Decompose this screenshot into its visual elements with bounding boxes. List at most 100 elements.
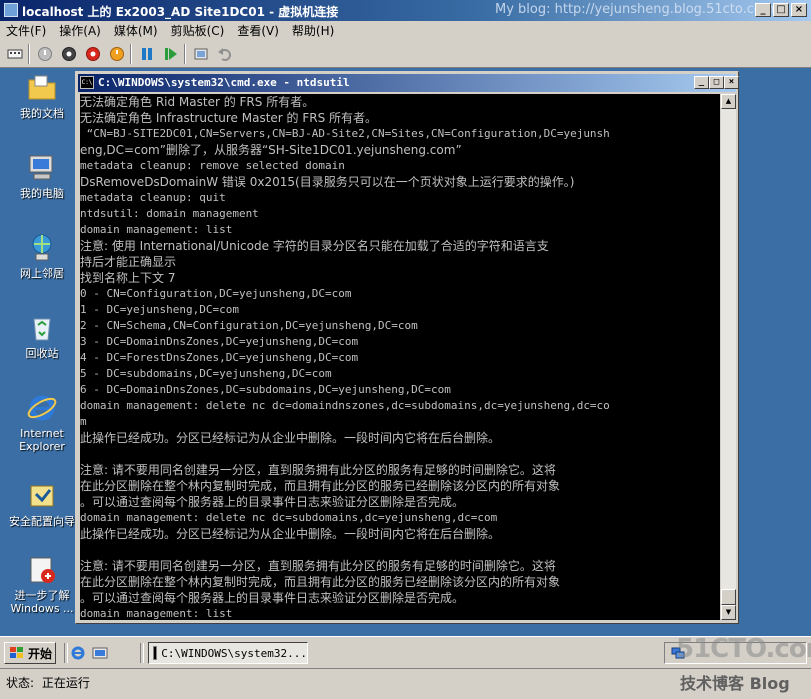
console-line: 此操作已经成功。分区已经标记为从企业中删除。一段时间内它将在后台删除。 [80,431,501,445]
menu-bar: 文件(F) 操作(A) 媒体(M) 剪贴板(C) 查看(V) 帮助(H) [0,21,811,40]
recycle-bin-icon [33,318,51,341]
taskbar-separator [140,643,144,663]
reset-icon[interactable] [162,45,180,63]
console-line: 此操作已经成功。分区已经标记为从企业中删除。一段时间内它将在后台删除。 [80,527,501,541]
console-line: 注意: 请不要用同名创建另一分区，直到服务拥有此分区的服务有足够的时间删除它。这… [80,463,556,477]
console-line: 4 - DC=ForestDnsZones,DC=yejunsheng,DC=c… [80,351,359,364]
quicklaunch-show-desktop-icon[interactable] [92,645,108,664]
console-line: DsRemoveDsDomainW 错误 0x2015(目录服务只可以在一个页状… [80,175,575,189]
window-title: localhost 上的 Ex2003_AD Site1DC01 - 虚拟机连接 [22,5,339,19]
console-line: 2 - CN=Schema,CN=Configuration,DC=yejuns… [80,319,418,332]
cmd-close-button[interactable]: × [724,76,739,89]
console-line: 无法确定角色 Rid Master 的 FRS 所有者。 [80,95,315,109]
toolbar-separator [184,44,186,64]
title-bar: localhost 上的 Ex2003_AD Site1DC01 - 虚拟机连接… [0,0,811,21]
console-line: metadata cleanup: remove selected domain [80,159,345,172]
desktop-icon-network-places[interactable]: 网上邻居 [2,232,82,280]
menu-media[interactable]: 媒体(M) [114,22,158,39]
console-line: 无法确定角色 Infrastructure Master 的 FRS 所有者。 [80,111,378,125]
quicklaunch-ie-icon[interactable] [70,645,86,664]
close-button[interactable]: × [791,3,807,17]
console-line: 1 - DC=yejunsheng,DC=com [80,303,239,316]
toolbar [0,40,811,68]
toolbar-separator [28,44,30,64]
console-line: 5 - DC=subdomains,DC=yejunsheng,DC=com [80,367,332,380]
menu-help[interactable]: 帮助(H) [292,22,334,39]
guest-desktop: 我的文档 我的电脑 网上邻居 回收站 Internet Explorer 安全配… [0,68,811,636]
vm-connection-icon [4,3,18,17]
desktop-icon-my-computer[interactable]: 我的电脑 [2,152,82,200]
learn-more-icon [30,557,55,583]
status-value: 正在运行 [41,676,90,690]
windows-logo-icon [10,647,23,658]
desktop-icon-recycle-bin[interactable]: 回收站 [2,312,82,360]
menu-file[interactable]: 文件(F) [6,22,46,39]
start-label: 开始 [28,646,53,661]
console-line: 注意: 请不要用同名创建另一分区，直到服务拥有此分区的服务有足够的时间删除它。这… [80,559,556,573]
menu-clipboard[interactable]: 剪贴板(C) [171,22,225,39]
console-line: 找到名称上下文 7 [80,271,176,285]
console-line: 在此分区删除在整个林内复制时完成，而且拥有此分区的服务已经删除该分区内的所有对象 [80,479,561,493]
taskbar-item-label: C:\WINDOWS\system32... [161,646,307,660]
menu-view[interactable]: 查看(V) [237,22,279,39]
snapshot-icon[interactable] [192,45,210,63]
desktop-icon-security-wizard[interactable]: 安全配置向导 [2,480,82,528]
cmd-title-bar[interactable]: C:\ C:\WINDOWS\system32\cmd.exe - ntdsut… [78,74,739,92]
blog-brand-watermark: 技术博客 Blog [680,674,790,693]
shutdown-icon[interactable] [84,45,102,63]
cmd-small-icon [153,646,158,660]
console-line: 6 - DC=DomainDnsZones,DC=subdomains,DC=y… [80,383,451,396]
power-icon[interactable] [108,45,126,63]
revert-icon[interactable] [216,45,234,63]
toolbar-separator [130,44,132,64]
scroll-thumb[interactable] [721,589,736,605]
security-wizard-icon [30,485,54,507]
console-line: metadata cleanup: quit [80,191,226,204]
console-line: 注意: 使用 International/Unicode 字符的目录分区名只能在… [80,239,549,253]
network-icon [32,234,52,261]
cmd-window[interactable]: C:\ C:\WINDOWS\system32\cmd.exe - ntdsut… [75,71,739,624]
console-line: domain management: delete nc dc=domaindn… [80,399,610,412]
console-line: ntdsutil: domain management [80,207,259,220]
folder-icon [28,75,56,100]
ctrl-alt-del-icon[interactable] [6,45,24,63]
scroll-up-arrow-icon[interactable]: ▲ [721,94,736,109]
cmd-title: C:\WINDOWS\system32\cmd.exe - ntdsutil [98,76,350,89]
menu-action[interactable]: 操作(A) [59,22,101,39]
scroll-down-arrow-icon[interactable]: ▼ [721,605,736,620]
brand-watermark: 51CTO.com [676,634,811,664]
console-line: domain management: delete nc dc=subdomai… [80,511,498,524]
status-label: 状态: [6,676,35,690]
console-line: 持后才能正确显示 [80,255,177,269]
console-output[interactable]: 无法确定角色 Rid Master 的 FRS 所有者。无法确定角色 Infra… [80,94,720,620]
desktop-icon-learn-more[interactable]: 进一步了解 Windows ... [2,554,82,615]
taskbar-item-cmd[interactable]: C:\WINDOWS\system32... [148,642,308,664]
turn-off-icon[interactable] [60,45,78,63]
start-button[interactable]: 开始 [4,642,56,664]
start-icon[interactable] [36,45,54,63]
blog-watermark: My blog: http://yejunsheng.blog.51cto.co… [495,2,775,17]
cmd-icon: C:\ [80,76,94,89]
console-line: 在此分区删除在整个林内复制时完成，而且拥有此分区的服务已经删除该分区内的所有对象 [80,575,561,589]
pause-icon[interactable] [138,45,156,63]
taskbar-separator [64,643,68,663]
internet-explorer-icon [27,395,57,421]
console-line: “CN=BJ-SITE2DC01,CN=Servers,CN=BJ-AD-Sit… [80,127,610,140]
desktop-icon-my-documents[interactable]: 我的文档 [2,72,82,120]
cmd-minimize-button[interactable]: _ [694,76,709,89]
console-line: 。可以通过查阅每个服务器上的目录事件日志来验证分区删除是否完成。 [80,591,465,605]
console-line: m [80,415,87,428]
cmd-maximize-button[interactable]: □ [709,76,724,89]
computer-icon [29,155,53,180]
console-line: domain management: list [80,607,233,620]
console-scrollbar[interactable]: ▲ ▼ [721,94,736,620]
console-line: 。可以通过查阅每个服务器上的目录事件日志来验证分区删除是否完成。 [80,495,465,509]
console-line: domain management: list [80,223,233,236]
minimize-button[interactable]: _ [755,3,771,17]
maximize-button[interactable]: □ [773,3,789,17]
console-line: 3 - DC=DomainDnsZones,DC=yejunsheng,DC=c… [80,335,359,348]
console-line: eng,DC=com”删除了，从服务器“SH-Site1DC01.yejunsh… [80,143,462,157]
desktop-icon-internet-explorer[interactable]: Internet Explorer [2,392,82,453]
